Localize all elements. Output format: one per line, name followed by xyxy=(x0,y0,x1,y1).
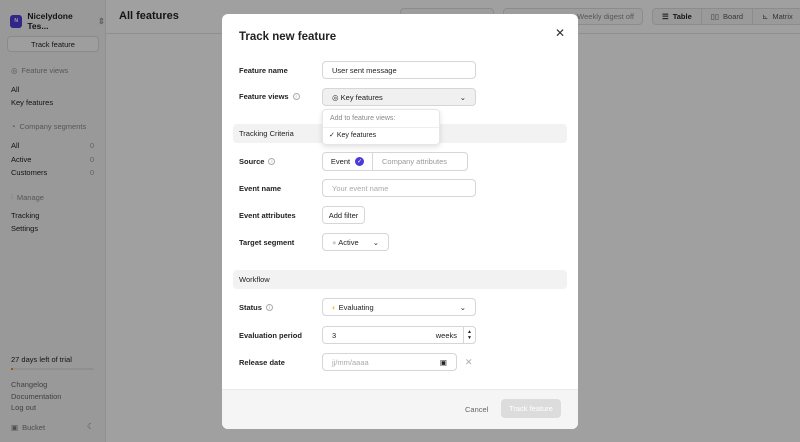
evaluating-status-icon: ◐ xyxy=(332,302,339,312)
feature-views-select[interactable]: ◎ Key features ⌄ xyxy=(322,88,476,106)
label-text: Source xyxy=(239,157,265,166)
stepper-arrows-icon[interactable]: ▲ ▼ xyxy=(463,327,475,343)
label-text: Status xyxy=(239,303,262,312)
event-name-label: Event name xyxy=(239,184,282,193)
track-feature-modal: Track new feature ✕ Feature name User se… xyxy=(222,14,578,429)
info-icon: i xyxy=(268,158,276,165)
feature-name-input[interactable]: User sent message xyxy=(322,61,476,79)
modal-footer: Cancel Track feature xyxy=(222,389,578,429)
event-name-input[interactable]: Your event name xyxy=(322,179,476,197)
submit-track-feature-button[interactable]: Track feature xyxy=(501,399,561,418)
status-label: Status i xyxy=(239,303,273,312)
select-value: Evaluating xyxy=(338,302,374,312)
source-label: Source i xyxy=(239,157,276,166)
source-event-option[interactable]: Event ✓ xyxy=(323,153,373,170)
feature-views-label: Feature views i xyxy=(239,92,300,101)
dropdown-option-key-features[interactable]: ✓ Key features xyxy=(323,128,439,142)
input-value: 3 xyxy=(332,330,337,340)
unit-label: weeks xyxy=(435,330,457,340)
check-icon: ✓ xyxy=(329,132,337,139)
feature-name-label: Feature name xyxy=(239,66,288,75)
target-segment-label: Target segment xyxy=(239,238,295,247)
chevron-down-icon: ⌄ xyxy=(372,237,379,247)
feature-views-dropdown: Add to feature views: ✓ Key features xyxy=(322,109,440,145)
option-label: Event xyxy=(330,157,351,166)
select-value: Active xyxy=(338,237,359,247)
clear-date-icon[interactable]: ✕ xyxy=(465,357,473,368)
input-placeholder: jj/mm/aaaa xyxy=(332,357,369,367)
modal-title: Track new feature xyxy=(239,31,337,43)
calendar-icon[interactable]: ▣ xyxy=(440,358,447,367)
close-icon[interactable]: ✕ xyxy=(555,26,565,40)
chevron-down-icon: ⌄ xyxy=(459,92,466,102)
chevron-down-icon: ⌄ xyxy=(459,302,466,312)
option-label: Key features xyxy=(336,132,377,139)
event-attributes-label: Event attributes xyxy=(239,211,296,220)
label-text: Feature views xyxy=(239,92,289,101)
check-circle-icon: ✓ xyxy=(355,157,365,166)
input-placeholder: Your event name xyxy=(332,183,389,193)
add-filter-button[interactable]: Add filter xyxy=(322,206,365,224)
release-date-label: Release date xyxy=(239,358,285,367)
eye-icon: ◎ xyxy=(332,92,341,102)
select-value: Key features xyxy=(340,92,383,102)
release-date-input[interactable]: jj/mm/aaaa ▣ xyxy=(322,353,457,371)
cancel-button[interactable]: Cancel xyxy=(465,405,488,414)
source-toggle: Event ✓ Company attributes xyxy=(322,152,468,171)
evaluation-period-label: Evaluation period xyxy=(239,331,302,340)
source-company-attributes-option[interactable]: Company attributes xyxy=(373,153,467,170)
input-value: User sent message xyxy=(332,65,397,75)
dropdown-heading: Add to feature views: xyxy=(323,110,439,128)
evaluation-period-input[interactable]: 3 weeks ▲ ▼ xyxy=(322,326,476,344)
workflow-section: Workflow xyxy=(233,270,567,289)
status-select[interactable]: ◐ Evaluating ⌄ xyxy=(322,298,476,316)
target-segment-select[interactable]: ● Active ⌄ xyxy=(322,233,389,251)
info-icon: i xyxy=(265,304,273,311)
info-icon: i xyxy=(292,93,300,100)
